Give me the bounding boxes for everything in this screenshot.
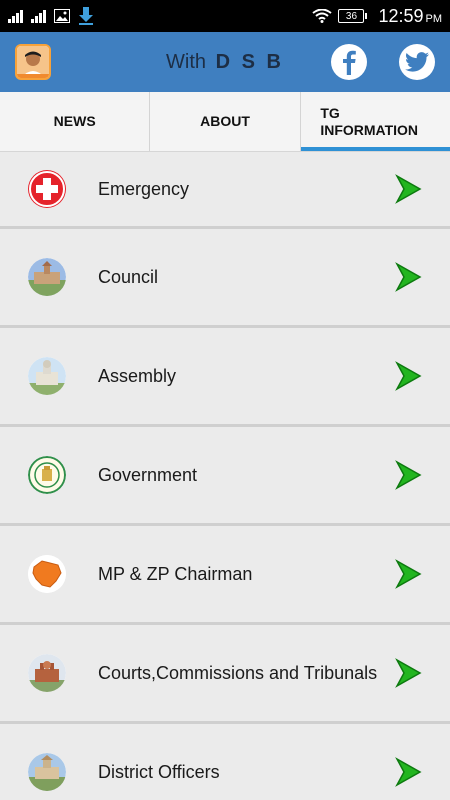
tab-tg-information[interactable]: TG INFORMATION [300,92,450,151]
chevron-right-icon [395,559,422,589]
facebook-icon [343,50,356,75]
battery-icon: 36 [338,9,368,23]
list-item-courts-commissions[interactable]: Courts,Commissions and Tribunals [0,625,450,724]
court-building-icon [28,654,66,692]
chevron-right-icon [395,658,422,688]
tab-news-label: NEWS [53,113,96,129]
tab-about[interactable]: ABOUT [150,92,301,151]
chevron-right-icon [395,757,422,787]
list-item-label: MP & ZP Chairman [98,563,253,584]
chevron-right-icon [395,174,422,204]
info-list: Emergency Council Assembly Government MP… [0,152,450,800]
red-cross-icon [28,170,66,208]
twitter-icon [405,52,429,72]
tab-news[interactable]: NEWS [0,92,151,151]
chevron-right-icon [395,262,422,292]
download-icon [79,7,93,25]
list-item-council[interactable]: Council [0,229,450,328]
wifi-icon [312,9,333,23]
list-item-label: Council [98,266,159,287]
status-bar: 36 12:59 PM [0,0,450,32]
facebook-button[interactable] [331,44,367,80]
image-icon [54,9,70,23]
list-item-label: Government [98,464,198,485]
clock: 12:59 PM [378,5,442,26]
government-emblem-icon [28,456,66,494]
assembly-building-icon [28,357,66,395]
chevron-right-icon [395,361,422,391]
list-item-emergency[interactable]: Emergency [0,152,450,229]
chevron-right-icon [395,460,422,490]
council-building-icon [28,258,66,296]
avatar[interactable] [15,44,51,80]
district-office-icon [28,753,66,791]
list-item-government[interactable]: Government [0,427,450,526]
list-item-district-officers[interactable]: District Officers [0,724,450,800]
list-item-mp-zp-chairman[interactable]: MP & ZP Chairman [0,526,450,625]
tab-about-label: ABOUT [200,113,250,129]
signal-icon [8,9,23,23]
signal-icon-2 [31,9,46,23]
list-item-label: District Officers [98,761,220,782]
telangana-map-icon [28,555,66,593]
tab-tg-information-label: TG INFORMATION [320,104,419,138]
twitter-button[interactable] [399,44,435,80]
tab-bar: NEWS ABOUT TG INFORMATION [0,92,450,152]
app-bar: With D S B [0,32,450,92]
list-item-assembly[interactable]: Assembly [0,328,450,427]
list-item-label: Emergency [98,178,190,199]
list-item-label: Courts,Commissions and Tribunals [98,662,378,683]
list-item-label: Assembly [98,365,177,386]
